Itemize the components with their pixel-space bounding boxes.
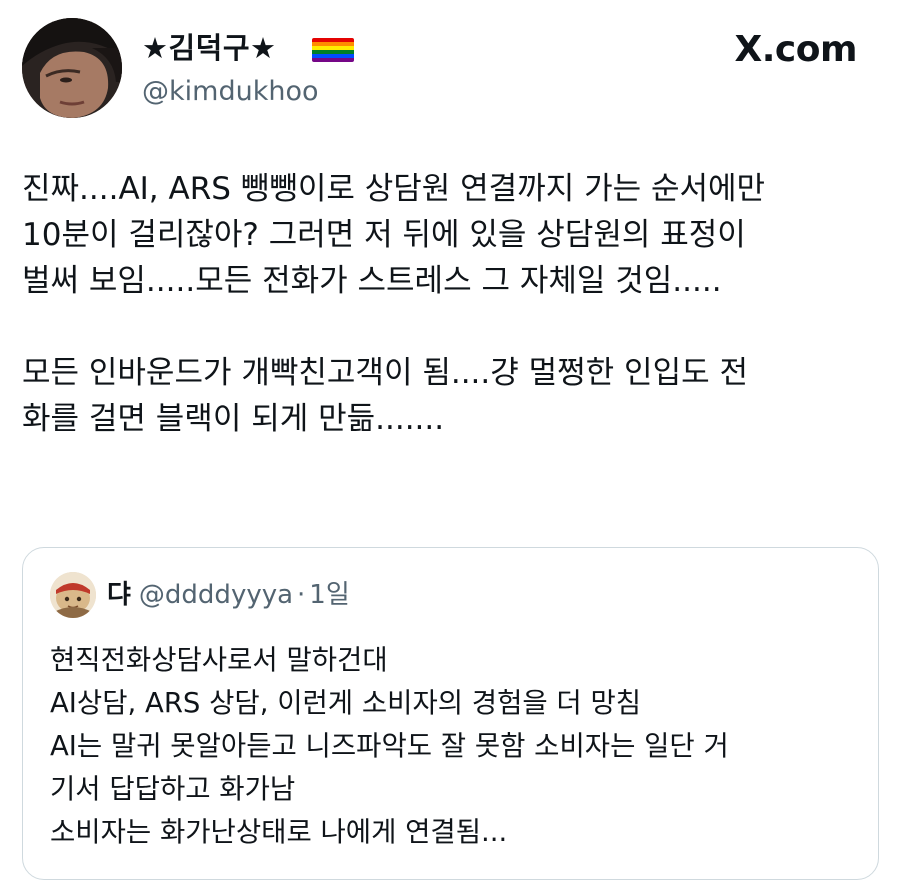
avatar-photo-icon — [22, 18, 122, 118]
tweet-line: 진짜....AI, ARS 뺑뺑이로 상담원 연결까지 가는 순서에만 — [22, 171, 766, 207]
tweet-text: 진짜....AI, ARS 뺑뺑이로 상담원 연결까지 가는 순서에만 10분이… — [22, 166, 882, 442]
flag-stripe — [312, 58, 354, 62]
quoted-line: AI는 말귀 못알아듣고 니즈파악도 잘 못함 소비자는 일단 거 — [50, 730, 729, 762]
quoted-line: AI상담, ARS 상담, 이런게 소비자의 경험을 더 망침 — [50, 687, 642, 719]
tweet-line: 화를 걸면 블랙이 되게 만듦....... — [22, 401, 445, 437]
tweet-line: 벌써 보임.....모든 전화가 스트레스 그 자체일 것임..... — [22, 263, 722, 299]
quoted-line: 소비자는 화가난상태로 나에게 연결됨... — [50, 816, 508, 848]
quoted-line: 현직전화상담사로서 말하건대 — [50, 644, 388, 676]
quoted-display-name[interactable]: 댜 — [107, 580, 131, 610]
avatar[interactable] — [22, 18, 122, 118]
x-logo[interactable]: X.com — [734, 30, 857, 70]
quoted-meta: 댜 @ddddyyya · 1일 — [107, 578, 350, 612]
quoted-timestamp[interactable]: 1일 — [309, 580, 349, 610]
author-display-name[interactable]: ★김덕구★ — [142, 30, 277, 66]
quoted-avatar[interactable] — [50, 572, 96, 618]
author-handle[interactable]: @kimdukhoo — [142, 75, 318, 109]
meta-separator: · — [297, 580, 306, 610]
quoted-avatar-illustration-icon — [50, 572, 96, 618]
rainbow-flag-icon — [312, 38, 354, 62]
tweet-line: 10분이 걸리잖아? 그러면 저 뒤에 있을 상담원의 표정이 — [22, 217, 746, 253]
tweet-line: 모든 인바운드가 개빡친고객이 됨....걍 멀쩡한 인입도 전 — [22, 355, 748, 391]
quoted-tweet-text: 현직전화상담사로서 말하건대 AI상담, ARS 상담, 이런게 소비자의 경험… — [50, 639, 860, 854]
tweet-header: ★김덕구★ @kimdukhoo X.com — [22, 18, 882, 118]
quoted-line: 기서 답답하고 화가남 — [50, 773, 296, 805]
quoted-tweet-card[interactable]: 댜 @ddddyyya · 1일 현직전화상담사로서 말하건대 AI상담, ARS 상… — [22, 547, 879, 880]
quoted-handle[interactable]: @ddddyyya — [139, 580, 293, 610]
